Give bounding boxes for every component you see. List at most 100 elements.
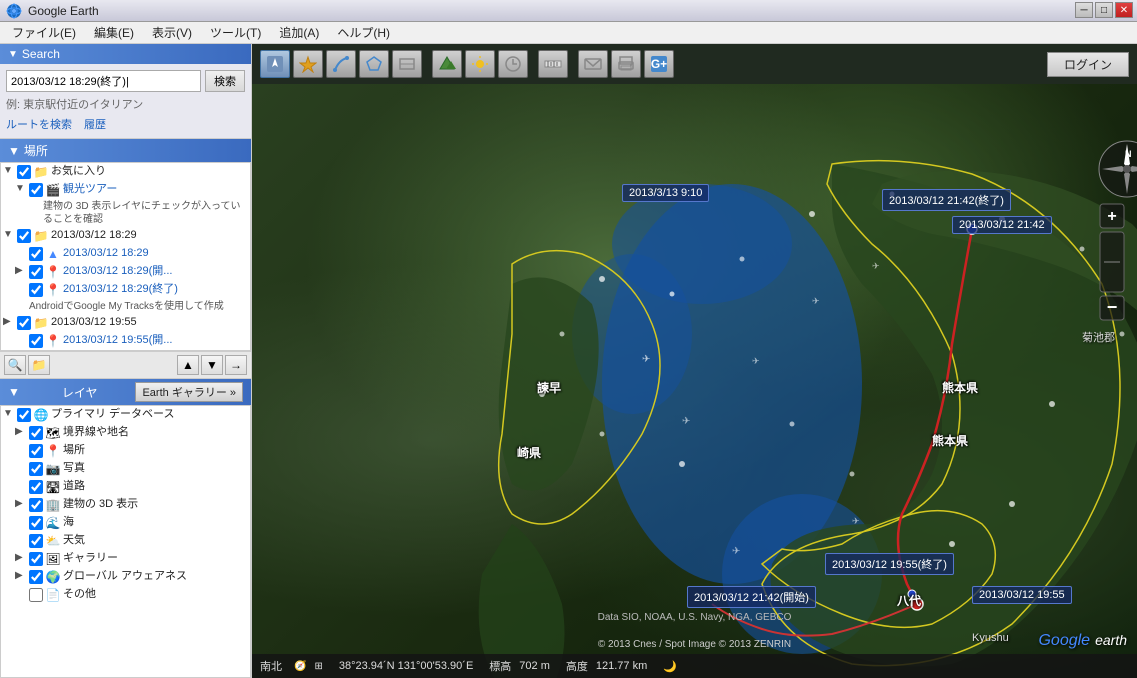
maximize-button[interactable]: □ xyxy=(1095,2,1113,18)
list-item[interactable]: ▶ 🗺 境界線や地名 xyxy=(1,424,250,442)
list-item[interactable]: 📍 場所 xyxy=(1,442,250,460)
route-search-link[interactable]: ルートを検索 xyxy=(6,116,72,132)
list-item[interactable]: ▲ 2013/03/12 18:29 xyxy=(1,245,250,263)
map-area[interactable]: G+ ログイン xyxy=(252,44,1137,678)
map-background[interactable]: ✈ ✈ ✈ ✈ ✈ ✈ ✈ N xyxy=(252,84,1137,678)
layer-item-label: ギャラリー xyxy=(63,551,118,566)
search-title: Search xyxy=(22,47,60,61)
print-tool-button[interactable] xyxy=(611,50,641,78)
terrain-tool-button[interactable] xyxy=(432,50,462,78)
places-checkbox[interactable] xyxy=(17,229,31,243)
new-folder-button[interactable]: 📁 xyxy=(28,355,50,375)
list-item[interactable]: ▼ 📁 お気に入り xyxy=(1,163,250,181)
layers-triangle-icon: ▼ xyxy=(8,385,20,399)
share-tool-button[interactable]: G+ xyxy=(644,50,674,78)
list-item[interactable]: 🛣 道路 xyxy=(1,478,250,496)
search-input[interactable] xyxy=(6,70,201,92)
list-item[interactable]: 📄 その他 xyxy=(1,586,250,604)
list-item[interactable]: ▶ 🖼 ギャラリー xyxy=(1,550,250,568)
places-checkbox[interactable] xyxy=(29,265,43,279)
menu-edit[interactable]: 編集(E) xyxy=(86,22,142,43)
layer-checkbox[interactable] xyxy=(29,552,43,566)
places-item-label: 2013/03/12 19:55(開... xyxy=(63,333,172,348)
menu-add[interactable]: 追加(A) xyxy=(271,22,327,43)
search-button[interactable]: 検索 xyxy=(205,70,245,92)
search-links: ルートを検索 履歴 xyxy=(6,116,245,132)
search-example: 例: 東京駅付近のイタリアン xyxy=(6,96,245,112)
polygon-tool-button[interactable] xyxy=(359,50,389,78)
list-item[interactable]: 🌊 海 xyxy=(1,514,250,532)
login-button[interactable]: ログイン xyxy=(1047,52,1129,77)
layer-checkbox[interactable] xyxy=(29,426,43,440)
layer-checkbox[interactable] xyxy=(29,462,43,476)
layers-tree[interactable]: ▼ 🌐 プライマリ データベース ▶ 🗺 境界線や地名 📍 場所 xyxy=(0,405,251,678)
earth-gallery-button[interactable]: Earth ギャラリー » xyxy=(135,382,243,402)
menu-file[interactable]: ファイル(E) xyxy=(4,22,84,43)
places-checkbox[interactable] xyxy=(29,247,43,261)
list-item[interactable]: ▶ 📍 2013/03/12 18:29(開... xyxy=(1,263,250,281)
close-button[interactable]: ✕ xyxy=(1115,2,1133,18)
sun-tool-button[interactable] xyxy=(465,50,495,78)
svg-text:−: − xyxy=(1107,297,1118,317)
list-item[interactable]: ▼ 🎬 観光ツアー xyxy=(1,181,250,199)
history-tool-button[interactable] xyxy=(498,50,528,78)
export-button[interactable]: → xyxy=(225,355,247,375)
list-item[interactable]: ▶ 🏢 建物の 3D 表示 xyxy=(1,496,250,514)
search-header[interactable]: ▼ Search xyxy=(0,44,251,64)
navigate-tool-button[interactable] xyxy=(260,50,290,78)
layer-item-label: プライマリ データベース xyxy=(51,407,175,422)
layer-item-label: 建物の 3D 表示 xyxy=(63,497,138,512)
list-item[interactable]: 📍 2013/03/12 19:55(開... xyxy=(1,332,250,350)
move-up-button[interactable]: ▲ xyxy=(177,355,199,375)
places-checkbox[interactable] xyxy=(17,165,31,179)
search-places-button[interactable]: 🔍 xyxy=(4,355,26,375)
email-tool-button[interactable] xyxy=(578,50,608,78)
places-checkbox[interactable] xyxy=(29,183,43,197)
list-item[interactable]: ▶ 📁 2013/03/12 19:55 xyxy=(1,314,250,332)
map-svg: ✈ ✈ ✈ ✈ ✈ ✈ ✈ N xyxy=(252,84,1137,678)
layer-checkbox[interactable] xyxy=(29,498,43,512)
layer-checkbox[interactable] xyxy=(29,570,43,584)
layer-checkbox[interactable] xyxy=(17,408,31,422)
list-item[interactable]: 📷 写真 xyxy=(1,460,250,478)
list-item[interactable]: ⛅ 天気 xyxy=(1,532,250,550)
layer-item-label: 写真 xyxy=(63,461,85,476)
places-checkbox[interactable] xyxy=(29,334,43,348)
globe-icon: 🌐 xyxy=(33,407,49,423)
list-item[interactable]: ▼ 📁 2013/03/12 18:29 xyxy=(1,227,250,245)
layer-checkbox[interactable] xyxy=(29,588,43,602)
chevron-right-icon: ▶ xyxy=(3,315,15,329)
minimize-button[interactable]: ─ xyxy=(1075,2,1093,18)
pin-tool-button[interactable] xyxy=(293,50,323,78)
list-item[interactable]: ▼ 🌐 プライマリ データベース xyxy=(1,406,250,424)
list-item[interactable]: ▶ 🌍 グローバル アウェアネス xyxy=(1,568,250,586)
list-item[interactable]: 📍 2013/03/12 18:29(終了) xyxy=(1,281,250,299)
history-link[interactable]: 履歴 xyxy=(84,116,106,132)
window-controls: ─ □ ✕ xyxy=(1075,2,1133,18)
coordinates: 38°23.94´N 131°00'53.90´E xyxy=(339,660,473,672)
places-tree[interactable]: ▼ 📁 お気に入り ▼ 🎬 観光ツアー 建物の 3D 表示レイヤにチェックが入っ… xyxy=(0,162,251,351)
search-section: ▼ Search 検索 例: 東京駅付近のイタリアン ルートを検索 履歴 xyxy=(0,44,251,139)
places-item-label: 2013/03/12 18:29 xyxy=(51,228,137,243)
layers-header[interactable]: ▼ レイヤ Earth ギャラリー » xyxy=(0,379,251,405)
menu-help[interactable]: ヘルプ(H) xyxy=(329,22,398,43)
layer-item-label: その他 xyxy=(63,587,96,602)
layer-checkbox[interactable] xyxy=(29,534,43,548)
menu-view[interactable]: 表示(V) xyxy=(144,22,200,43)
places-header[interactable]: ▼ 場所 xyxy=(0,139,251,162)
move-down-button[interactable]: ▼ xyxy=(201,355,223,375)
places-checkbox[interactable] xyxy=(17,316,31,330)
ruler-tool-button[interactable] xyxy=(538,50,568,78)
places-checkbox[interactable] xyxy=(29,283,43,297)
layer-checkbox[interactable] xyxy=(29,516,43,530)
path-tool-button[interactable] xyxy=(326,50,356,78)
chevron-right-icon: ▶ xyxy=(15,425,27,439)
places-item-label: 2013/03/12 19:55 xyxy=(51,315,137,330)
layer-checkbox[interactable] xyxy=(29,444,43,458)
overlay-tool-button[interactable] xyxy=(392,50,422,78)
layer-checkbox[interactable] xyxy=(29,480,43,494)
compass-symbol: 🧭 xyxy=(294,661,306,672)
borders-icon: 🗺 xyxy=(45,425,61,441)
direction-indicator: 南北 xyxy=(260,658,282,674)
menu-tools[interactable]: ツール(T) xyxy=(202,22,269,43)
